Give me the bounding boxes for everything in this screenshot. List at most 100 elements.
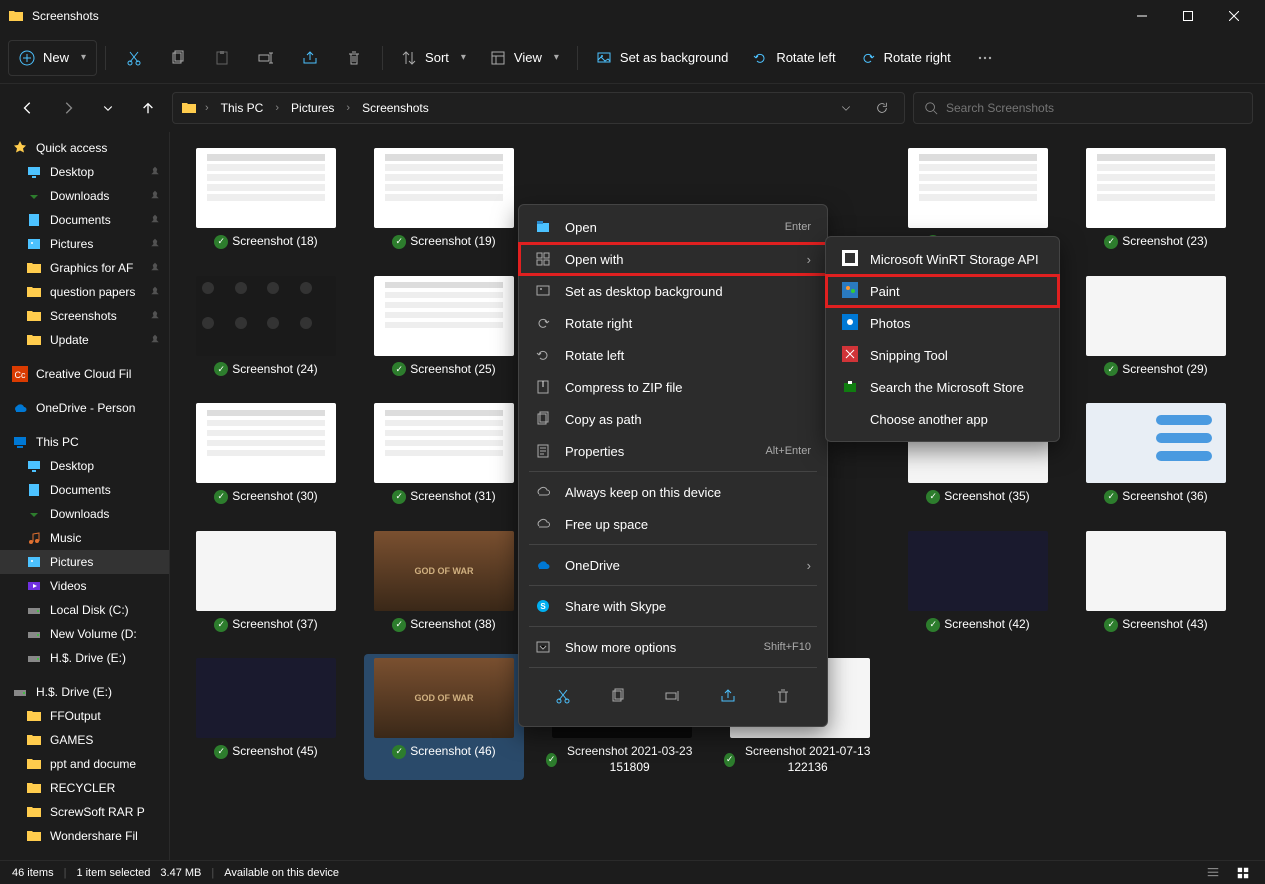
ctx-open[interactable]: Open Enter: [519, 211, 827, 243]
sidebar-item[interactable]: Pictures: [0, 550, 169, 574]
sidebar-item[interactable]: Quick access: [0, 136, 169, 160]
sync-icon: ✓: [392, 490, 406, 504]
recent-button[interactable]: [92, 92, 124, 124]
forward-button[interactable]: [52, 92, 84, 124]
sub-winrt[interactable]: Microsoft WinRT Storage API: [826, 243, 1059, 275]
view-button[interactable]: View: [480, 40, 569, 76]
rotate-right-button[interactable]: Rotate right: [850, 40, 961, 76]
up-button[interactable]: [132, 92, 164, 124]
minimize-button[interactable]: [1119, 0, 1165, 32]
thumbnails-view-button[interactable]: [1233, 863, 1253, 883]
breadcrumb-dropdown-button[interactable]: [832, 94, 860, 122]
more-button[interactable]: [965, 40, 1005, 76]
file-item[interactable]: ✓Screenshot (31): [364, 399, 524, 509]
file-item[interactable]: ✓Screenshot (19): [364, 144, 524, 254]
sidebar-item[interactable]: H.$. Drive (E:): [0, 646, 169, 670]
ctx-rotate-right[interactable]: Rotate right: [519, 307, 827, 339]
breadcrumb-item[interactable]: Screenshots: [358, 99, 433, 117]
sub-store[interactable]: Search the Microsoft Store: [826, 371, 1059, 403]
search-input[interactable]: [946, 101, 1242, 115]
sidebar-item[interactable]: Documents: [0, 478, 169, 502]
copy-button[interactable]: [158, 40, 198, 76]
ctx-share-button[interactable]: [712, 680, 744, 712]
share-button[interactable]: [290, 40, 330, 76]
ctx-onedrive[interactable]: OneDrive ›: [519, 549, 827, 581]
file-item[interactable]: ✓Screenshot (36): [1076, 399, 1236, 509]
sidebar-item[interactable]: Wondershare Fil: [0, 824, 169, 848]
store-icon: [842, 378, 858, 397]
ctx-rename-button[interactable]: [657, 680, 689, 712]
sidebar-item[interactable]: Downloads: [0, 184, 169, 208]
ctx-compress[interactable]: Compress to ZIP file: [519, 371, 827, 403]
sidebar-item[interactable]: FFOutput: [0, 704, 169, 728]
maximize-button[interactable]: [1165, 0, 1211, 32]
sidebar-item[interactable]: Desktop: [0, 160, 169, 184]
file-item[interactable]: ✓Screenshot (30): [186, 399, 346, 509]
file-item[interactable]: ✓Screenshot (37): [186, 527, 346, 637]
sidebar-item[interactable]: ppt and docume: [0, 752, 169, 776]
sidebar-item[interactable]: Screenshots: [0, 304, 169, 328]
ctx-set-bg[interactable]: Set as desktop background: [519, 275, 827, 307]
ctx-properties[interactable]: Properties Alt+Enter: [519, 435, 827, 467]
sidebar-item[interactable]: Graphics for AF: [0, 256, 169, 280]
sidebar-item[interactable]: question papers: [0, 280, 169, 304]
refresh-button[interactable]: [868, 94, 896, 122]
breadcrumb-item[interactable]: This PC: [217, 99, 268, 117]
sidebar-item[interactable]: Desktop: [0, 454, 169, 478]
sidebar-item[interactable]: This PC: [0, 430, 169, 454]
sidebar-item[interactable]: CcCreative Cloud Fil: [0, 362, 169, 386]
sidebar-item[interactable]: Local Disk (C:): [0, 598, 169, 622]
sidebar-item[interactable]: GAMES: [0, 728, 169, 752]
back-button[interactable]: [12, 92, 44, 124]
delete-button[interactable]: [334, 40, 374, 76]
ctx-cut-button[interactable]: [547, 680, 579, 712]
sidebar-item[interactable]: Pictures: [0, 232, 169, 256]
paste-button[interactable]: [202, 40, 242, 76]
new-button[interactable]: New: [8, 40, 97, 76]
sidebar-item[interactable]: OneDrive - Person: [0, 396, 169, 420]
file-item[interactable]: ✓Screenshot (25): [364, 272, 524, 382]
rename-button[interactable]: [246, 40, 286, 76]
sync-icon: ✓: [214, 235, 228, 249]
sub-choose[interactable]: Choose another app: [826, 403, 1059, 435]
rotate-left-button[interactable]: Rotate left: [742, 40, 845, 76]
sidebar-item[interactable]: Downloads: [0, 502, 169, 526]
details-view-button[interactable]: [1203, 863, 1223, 883]
ctx-rotate-left[interactable]: Rotate left: [519, 339, 827, 371]
file-item[interactable]: ✓Screenshot (18): [186, 144, 346, 254]
file-item[interactable]: ✓Screenshot (23): [1076, 144, 1236, 254]
set-background-button[interactable]: Set as background: [586, 40, 738, 76]
cut-button[interactable]: [114, 40, 154, 76]
ctx-free-up[interactable]: Free up space: [519, 508, 827, 540]
sidebar-item[interactable]: Update: [0, 328, 169, 352]
ctx-copy-button[interactable]: [602, 680, 634, 712]
close-button[interactable]: [1211, 0, 1257, 32]
sidebar-item[interactable]: Videos: [0, 574, 169, 598]
file-item[interactable]: ✓Screenshot (24): [186, 272, 346, 382]
file-item[interactable]: ✓Screenshot (42): [898, 527, 1058, 637]
breadcrumb-item[interactable]: Pictures: [287, 99, 338, 117]
sidebar-item[interactable]: H.$. Drive (E:): [0, 680, 169, 704]
file-item[interactable]: ✓Screenshot (29): [1076, 272, 1236, 382]
search-box[interactable]: [913, 92, 1253, 124]
file-item[interactable]: ✓Screenshot (45): [186, 654, 346, 779]
sub-paint[interactable]: Paint: [826, 275, 1059, 307]
file-item[interactable]: GOD OF WAR✓Screenshot (38): [364, 527, 524, 637]
ctx-delete-button[interactable]: [767, 680, 799, 712]
ctx-show-more[interactable]: Show more options Shift+F10: [519, 631, 827, 663]
ctx-open-with[interactable]: Open with ›: [519, 243, 827, 275]
ctx-skype[interactable]: S Share with Skype: [519, 590, 827, 622]
sidebar-item[interactable]: RECYCLER: [0, 776, 169, 800]
sub-snipping[interactable]: Snipping Tool: [826, 339, 1059, 371]
sort-button[interactable]: Sort: [391, 40, 476, 76]
file-item[interactable]: ✓Screenshot (43): [1076, 527, 1236, 637]
ctx-always-keep[interactable]: Always keep on this device: [519, 476, 827, 508]
sidebar-item[interactable]: New Volume (D:: [0, 622, 169, 646]
file-item[interactable]: GOD OF WAR✓Screenshot (46): [364, 654, 524, 779]
sidebar-item[interactable]: Music: [0, 526, 169, 550]
sidebar-item[interactable]: ScrewSoft RAR P: [0, 800, 169, 824]
breadcrumb[interactable]: › This PC › Pictures › Screenshots: [172, 92, 905, 124]
sub-photos[interactable]: Photos: [826, 307, 1059, 339]
ctx-copy-path[interactable]: Copy as path: [519, 403, 827, 435]
sidebar-item[interactable]: Documents: [0, 208, 169, 232]
